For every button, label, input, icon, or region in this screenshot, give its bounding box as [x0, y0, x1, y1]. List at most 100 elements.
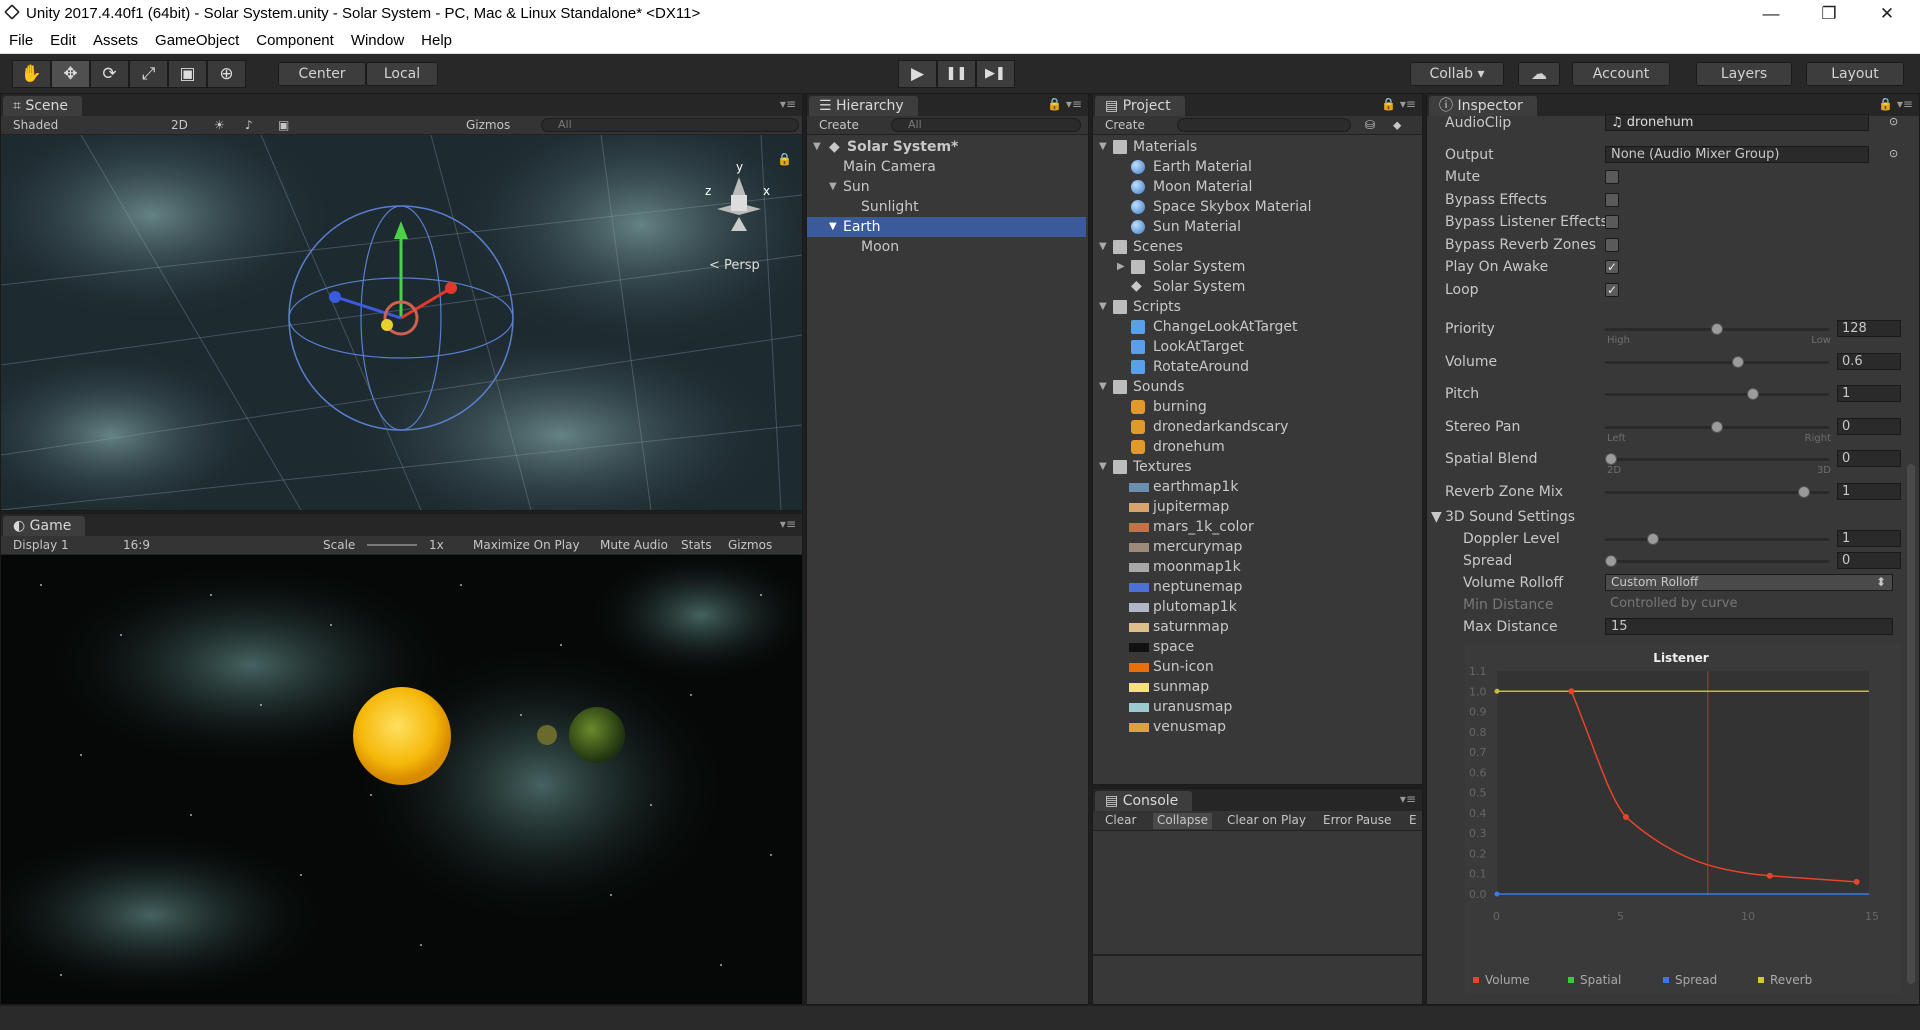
slider-knob[interactable]: [1605, 453, 1617, 465]
project-item[interactable]: space: [1093, 637, 1422, 657]
project-item[interactable]: mercurymap: [1093, 537, 1422, 557]
pivot-local-button[interactable]: Local: [366, 62, 438, 86]
hierarchy-search-input[interactable]: All: [891, 118, 1081, 132]
project-search-input[interactable]: [1177, 118, 1351, 132]
game-gizmos-dropdown[interactable]: Gizmos: [728, 538, 772, 552]
project-item[interactable]: moonmap1k: [1093, 557, 1422, 577]
lighting-icon[interactable]: ☀: [214, 118, 225, 132]
hierarchy-item-main-camera[interactable]: Main Camera: [807, 157, 1088, 177]
project-item[interactable]: ▶ Solar System: [1093, 257, 1422, 277]
rolloff-dropdown[interactable]: Custom Rolloff ⬍: [1605, 574, 1893, 591]
account-dropdown[interactable]: Account: [1572, 62, 1670, 86]
slider-stereo-pan[interactable]: [1605, 420, 1829, 433]
project-item[interactable]: dronehum: [1093, 437, 1422, 457]
legend-item[interactable]: Spatial: [1580, 973, 1621, 987]
project-item[interactable]: Sun-icon: [1093, 657, 1422, 677]
cloud-icon[interactable]: ☁: [1518, 62, 1560, 86]
project-create-dropdown[interactable]: Create: [1105, 118, 1145, 132]
hierarchy-item-sun[interactable]: ▼ Sun: [807, 177, 1088, 197]
reverb-keyframe[interactable]: [1494, 688, 1500, 694]
doppler-slider[interactable]: [1605, 533, 1829, 545]
slider-knob[interactable]: [1711, 323, 1723, 335]
checkbox-mute[interactable]: [1605, 170, 1619, 184]
game-view[interactable]: [1, 555, 802, 1004]
project-folder-materials[interactable]: ▼ Materials: [1093, 137, 1422, 157]
pivot-center-button[interactable]: Center: [278, 62, 366, 86]
slider-value[interactable]: 1: [1837, 385, 1901, 402]
project-item[interactable]: sunmap: [1093, 677, 1422, 697]
slider-knob[interactable]: [1711, 420, 1723, 433]
rotate-tool-icon[interactable]: ⟳: [90, 60, 129, 88]
minimize-button[interactable]: —: [1748, 2, 1794, 26]
project-item[interactable]: LookAtTarget: [1093, 337, 1422, 357]
project-item[interactable]: Sun Material: [1093, 217, 1422, 237]
output-picker-icon[interactable]: ⊙: [1889, 147, 1898, 160]
project-item[interactable]: neptunemap: [1093, 577, 1422, 597]
menu-component[interactable]: Component: [247, 28, 342, 49]
menu-help[interactable]: Help: [412, 28, 460, 49]
menu-assets[interactable]: Assets: [84, 28, 146, 49]
rolloff-graph[interactable]: Listener 1.1 1.0 0.9 0.8 0.7 0.6 0.5 0.4 0.3 0.2 0.…: [1465, 644, 1901, 994]
audioclip-field[interactable]: ♫ dronehum: [1605, 114, 1869, 131]
scene-gizmos-dropdown[interactable]: Gizmos: [466, 118, 510, 132]
project-item[interactable]: RotateAround: [1093, 357, 1422, 377]
legend-item[interactable]: Spread: [1675, 973, 1717, 987]
slider-value[interactable]: 0: [1837, 450, 1901, 467]
scene-root-item[interactable]: ▼ ◆ Solar System*: [807, 137, 1088, 157]
layers-dropdown[interactable]: Layers: [1696, 62, 1792, 86]
checkbox-bypass-effects[interactable]: [1605, 192, 1619, 207]
aspect-dropdown[interactable]: 16:9: [123, 538, 150, 552]
slider-value[interactable]: 1: [1837, 482, 1901, 500]
slider-value[interactable]: 0: [1837, 417, 1901, 435]
slider-reverb-zone-mix[interactable]: [1605, 485, 1829, 498]
slider-value[interactable]: 0.6: [1837, 352, 1901, 370]
menu-file[interactable]: File: [0, 28, 41, 49]
scale-slider[interactable]: [367, 544, 417, 546]
project-item[interactable]: plutomap1k: [1093, 597, 1422, 617]
console-collapse-button[interactable]: Collapse: [1153, 813, 1212, 829]
slider-volume[interactable]: [1605, 355, 1829, 368]
close-button[interactable]: ✕: [1864, 2, 1910, 26]
spread-keyframe[interactable]: [1494, 891, 1500, 897]
console-clear-button[interactable]: Clear: [1105, 813, 1136, 827]
doppler-value[interactable]: 1: [1837, 530, 1901, 547]
scale-tool-icon[interactable]: ⤢: [129, 60, 168, 88]
filter-label-icon[interactable]: ⬥: [1393, 118, 1401, 133]
tab-scene[interactable]: ⌗ Scene: [3, 96, 83, 116]
object-picker-icon[interactable]: ⊙: [1889, 115, 1898, 128]
console-clear-on-play-button[interactable]: Clear on Play: [1227, 813, 1306, 827]
menu-window[interactable]: Window: [342, 28, 412, 49]
project-folder-scenes[interactable]: ▼ Scenes: [1093, 237, 1422, 257]
maximize-button[interactable]: ❐: [1806, 2, 1852, 26]
tab-game[interactable]: ◐ Game: [3, 516, 86, 536]
project-item[interactable]: ChangeLookAtTarget: [1093, 317, 1422, 337]
project-item[interactable]: dronedarkandscary: [1093, 417, 1422, 437]
hand-tool-icon[interactable]: ✋: [12, 60, 51, 88]
hierarchy-item-sunlight[interactable]: Sunlight: [807, 197, 1088, 217]
console-error-pause-button[interactable]: Error Pause: [1323, 813, 1391, 827]
slider-knob[interactable]: [1732, 355, 1745, 368]
perspective-label[interactable]: < Persp: [709, 258, 760, 273]
checkbox-loop[interactable]: ✓: [1605, 282, 1619, 297]
project-item[interactable]: Moon Material: [1093, 177, 1422, 197]
legend-item[interactable]: Volume: [1485, 973, 1530, 987]
volume-keyframe[interactable]: [1766, 872, 1773, 879]
checkbox-bypass-listener-effects[interactable]: [1605, 215, 1619, 229]
checkbox-bypass-reverb-zones[interactable]: [1605, 237, 1619, 252]
shading-dropdown[interactable]: Shaded: [13, 118, 58, 132]
checkbox-play-on-awake[interactable]: ✓: [1605, 260, 1619, 274]
menu-gameobject[interactable]: GameObject: [146, 28, 247, 49]
slider-value[interactable]: 128: [1837, 320, 1901, 337]
volume-keyframe[interactable]: [1568, 688, 1575, 695]
tab-hierarchy[interactable]: ☰ Hierarchy: [809, 96, 918, 116]
legend-item[interactable]: Reverb: [1770, 973, 1812, 987]
tab-console[interactable]: ▤ Console: [1095, 791, 1193, 811]
project-item[interactable]: mars_1k_color: [1093, 517, 1422, 537]
project-item[interactable]: jupitermap: [1093, 497, 1422, 517]
rect-tool-icon[interactable]: ▣: [168, 60, 207, 88]
project-folder-scripts[interactable]: ▼ Scripts: [1093, 297, 1422, 317]
scene-search-input[interactable]: All: [541, 118, 799, 132]
output-field[interactable]: None (Audio Mixer Group): [1605, 146, 1869, 163]
spread-value[interactable]: 0: [1837, 552, 1901, 569]
max-distance-field[interactable]: 15: [1605, 618, 1893, 635]
